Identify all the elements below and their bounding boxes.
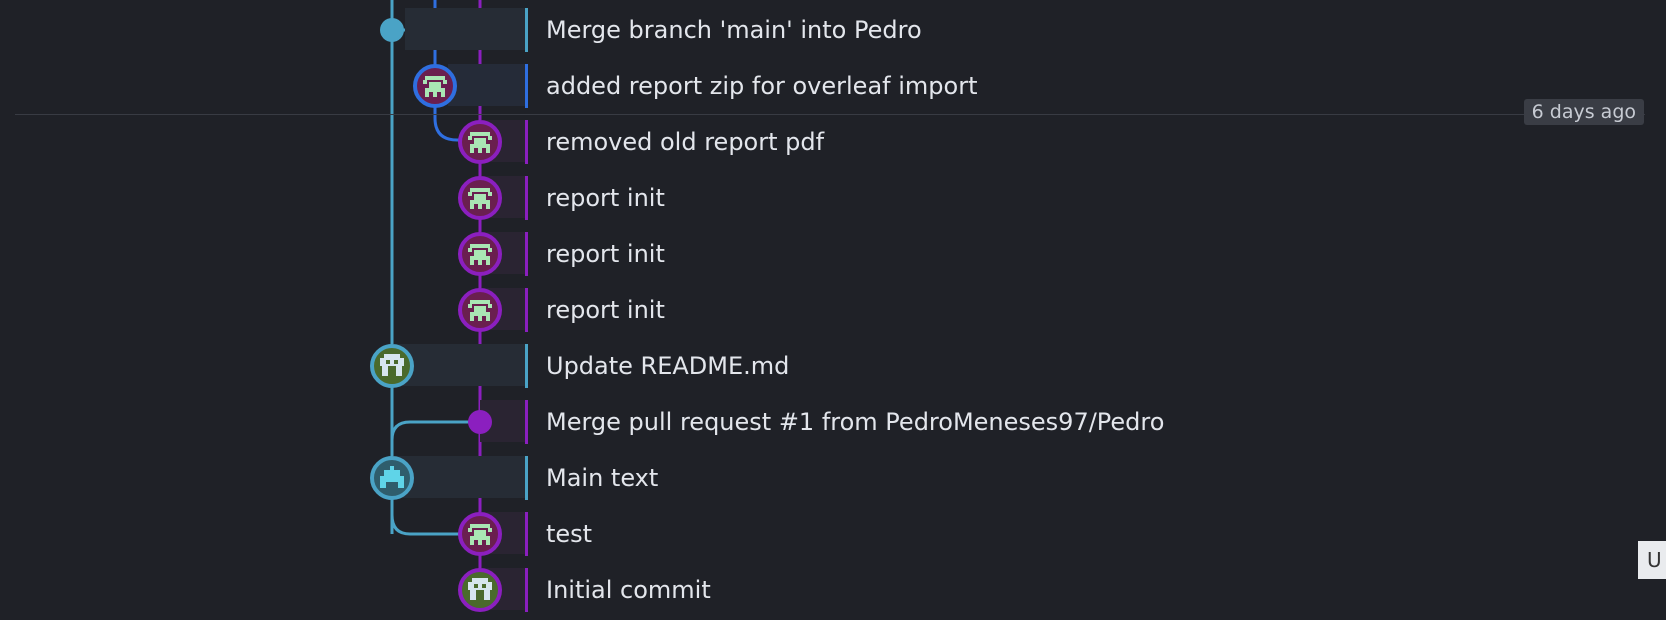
commit-row-message[interactable]: added report zip for overleaf import <box>546 58 977 114</box>
pixel-avatar-icon[interactable] <box>458 232 502 276</box>
commit-row-message[interactable]: report init <box>546 226 665 282</box>
commit-row-message[interactable]: removed old report pdf <box>546 114 824 170</box>
merge-dot-icon[interactable] <box>468 410 492 434</box>
merge-dot-icon[interactable] <box>380 18 404 42</box>
commit-row-message[interactable]: Update README.md <box>546 338 789 394</box>
pixel-avatar-icon[interactable] <box>458 120 502 164</box>
pixel-avatar-icon[interactable] <box>370 344 414 388</box>
pixel-avatar-icon[interactable] <box>370 456 414 500</box>
commit-row-message[interactable]: Main text <box>546 450 658 506</box>
commit-row-message[interactable]: test <box>546 506 592 562</box>
pixel-avatar-icon[interactable] <box>458 568 502 612</box>
commit-row-message[interactable]: Initial commit <box>546 562 711 618</box>
pr-merge-connector <box>390 420 480 441</box>
pixel-avatar-icon[interactable] <box>458 176 502 220</box>
pixel-avatar-icon[interactable] <box>458 512 502 556</box>
pixel-avatar-icon[interactable] <box>413 64 457 108</box>
date-divider <box>15 114 1645 115</box>
commit-row-message[interactable]: Merge branch 'main' into Pedro <box>546 2 922 58</box>
date-badge: 6 days ago <box>1523 99 1644 125</box>
row-color-bars <box>525 8 528 612</box>
side-panel-tab[interactable]: U <box>1638 541 1666 579</box>
commit-row-message[interactable]: Merge pull request #1 from PedroMeneses9… <box>546 394 1164 450</box>
commit-row-message[interactable]: report init <box>546 170 665 226</box>
commit-row-message[interactable]: report init <box>546 282 665 338</box>
pixel-avatar-icon[interactable] <box>458 288 502 332</box>
